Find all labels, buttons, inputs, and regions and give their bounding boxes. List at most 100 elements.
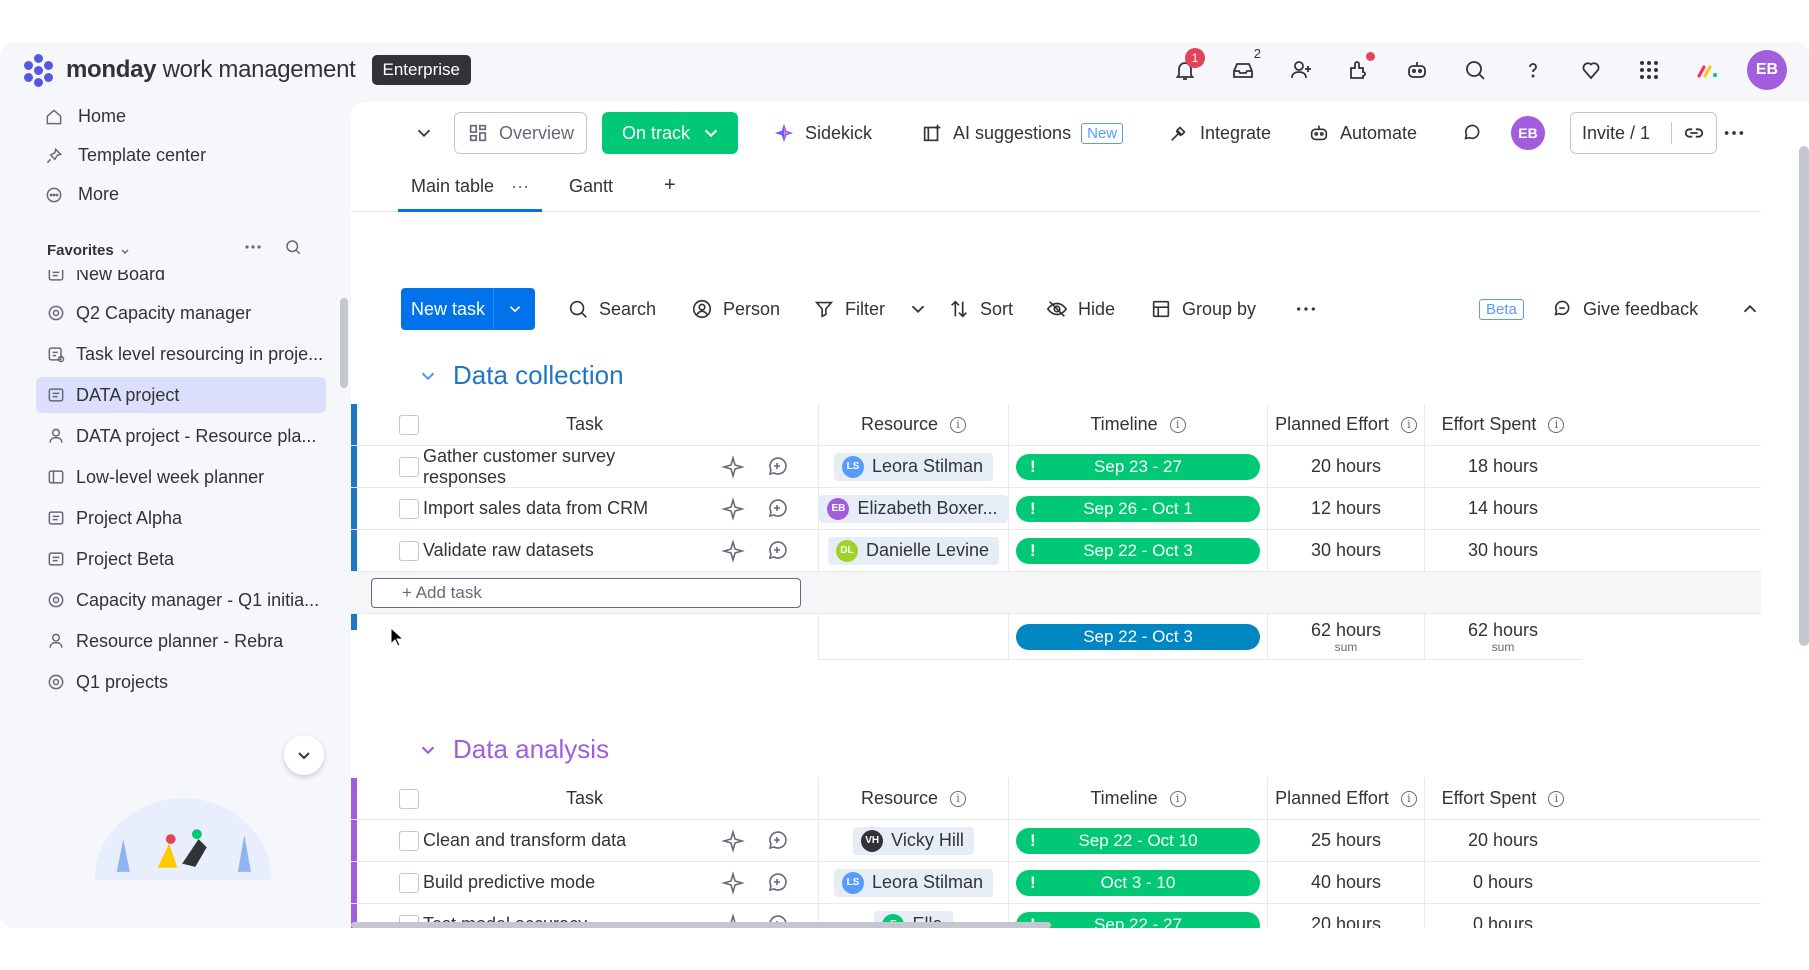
info-icon[interactable]: i xyxy=(1400,790,1417,807)
effort-spent-cell[interactable]: 14 hours xyxy=(1424,488,1581,529)
ai-suggestions-button[interactable]: AI suggestions New xyxy=(921,112,1124,154)
robot-icon[interactable] xyxy=(1399,52,1435,88)
new-task-button[interactable]: New task xyxy=(401,288,535,330)
search-icon[interactable] xyxy=(1457,52,1493,88)
planned-effort-cell[interactable]: 25 hours xyxy=(1267,820,1424,861)
group-by-button[interactable]: Group by xyxy=(1150,288,1256,330)
vertical-scrollbar[interactable] xyxy=(1799,146,1809,646)
ai-sparkle-icon[interactable] xyxy=(721,496,745,521)
table-row[interactable]: Gather customer survey responses LS Leora… xyxy=(351,446,1761,488)
automate-button[interactable]: Automate xyxy=(1308,112,1417,154)
info-icon[interactable]: i xyxy=(1548,790,1565,807)
favorite-item-active[interactable]: DATA project xyxy=(36,377,326,413)
add-update-icon[interactable] xyxy=(765,497,789,521)
help-icon[interactable] xyxy=(1515,52,1551,88)
add-view-button[interactable]: + xyxy=(664,174,676,197)
task-name[interactable]: Gather customer survey responses xyxy=(351,446,696,487)
timeline-cell[interactable]: ! Oct 3 - 10 xyxy=(1008,862,1267,903)
info-icon[interactable]: i xyxy=(1169,416,1186,433)
filter-button[interactable]: Filter xyxy=(813,288,929,330)
group-title-data-collection[interactable]: Data collection xyxy=(417,360,624,391)
column-header-resource[interactable]: Resource i xyxy=(818,778,1008,819)
planned-effort-cell[interactable]: 20 hours xyxy=(1267,904,1424,928)
add-update-icon[interactable] xyxy=(765,455,789,479)
favorite-item[interactable]: Project Beta xyxy=(36,541,326,577)
horizontal-scrollbar[interactable] xyxy=(351,922,1051,928)
effort-spent-cell[interactable]: 0 hours xyxy=(1424,862,1581,903)
favorite-item[interactable]: DATA project - Resource pla... xyxy=(36,418,326,454)
collapse-header-icon[interactable] xyxy=(1739,288,1761,330)
timeline-cell[interactable]: ! Sep 23 - 27 xyxy=(1008,446,1267,487)
search-button[interactable]: Search xyxy=(567,288,656,330)
column-header-task[interactable]: Task xyxy=(351,404,818,445)
bell-icon[interactable]: 1 xyxy=(1167,48,1205,88)
search-icon[interactable] xyxy=(284,238,302,256)
inbox-icon[interactable]: 2 xyxy=(1225,46,1261,88)
info-icon[interactable]: i xyxy=(950,790,967,807)
ai-sparkle-icon[interactable] xyxy=(721,828,745,853)
info-icon[interactable]: i xyxy=(1169,790,1186,807)
favorite-item[interactable]: Q1 projects xyxy=(36,664,326,700)
planned-effort-cell[interactable]: 20 hours xyxy=(1267,446,1424,487)
new-task-dropdown[interactable] xyxy=(493,288,535,330)
add-update-icon[interactable] xyxy=(765,829,789,853)
favorite-item[interactable]: Q2 Capacity manager xyxy=(36,295,326,331)
invite-member-icon[interactable] xyxy=(1283,52,1319,88)
planned-effort-cell[interactable]: 30 hours xyxy=(1267,530,1424,571)
resource-cell[interactable]: VH Vicky Hill xyxy=(818,820,1008,861)
integrate-button[interactable]: Integrate xyxy=(1168,112,1271,154)
info-icon[interactable]: i xyxy=(1548,416,1565,433)
column-header-timeline[interactable]: Timeline i xyxy=(1008,778,1267,819)
status-dropdown[interactable]: On track xyxy=(602,112,739,154)
favorite-item[interactable]: New Board xyxy=(36,270,326,292)
task-name[interactable]: Validate raw datasets xyxy=(351,530,696,571)
grid-icon[interactable] xyxy=(1631,52,1667,88)
sidekick-button[interactable]: Sidekick xyxy=(773,112,872,154)
table-row[interactable]: Clean and transform data VH Vicky Hill ! S… xyxy=(351,820,1761,862)
table-row[interactable]: Build predictive mode LS Leora Stilman ! O… xyxy=(351,862,1761,904)
column-header-task[interactable]: Task xyxy=(351,778,818,819)
invite-button[interactable]: Invite / 1 xyxy=(1570,112,1718,154)
column-header-resource[interactable]: Resource i xyxy=(818,404,1008,445)
table-row[interactable]: Import sales data from CRM EB Elizabeth B… xyxy=(351,488,1761,530)
toolbar-more-icon[interactable] xyxy=(1295,288,1317,330)
favorite-item[interactable]: Project Alpha xyxy=(36,500,326,536)
favorites-header[interactable]: Favorites xyxy=(47,242,130,259)
monday-products-icon[interactable] xyxy=(1689,52,1725,88)
board-collapse-chevron[interactable] xyxy=(413,112,435,154)
resource-cell[interactable]: LS Leora Stilman xyxy=(818,862,1008,903)
tab-main-table[interactable]: Main table ··· xyxy=(411,176,529,197)
column-header-planned-effort[interactable]: Planned Effort i xyxy=(1267,778,1424,819)
user-avatar[interactable]: EB xyxy=(1747,50,1787,90)
effort-spent-cell[interactable]: 20 hours xyxy=(1424,820,1581,861)
favorite-item[interactable]: Low-level week planner xyxy=(36,459,326,495)
more-options-icon[interactable] xyxy=(1723,112,1745,154)
info-icon[interactable]: i xyxy=(950,416,967,433)
task-name[interactable]: Import sales data from CRM xyxy=(351,488,696,529)
info-icon[interactable]: i xyxy=(1400,416,1417,433)
sidebar-collapse-button[interactable] xyxy=(284,735,324,775)
logo[interactable]: monday work management Enterprise xyxy=(20,52,471,88)
hide-button[interactable]: Hide xyxy=(1046,288,1115,330)
add-update-icon[interactable] xyxy=(765,539,789,563)
task-name[interactable]: Clean and transform data xyxy=(351,820,696,861)
link-icon[interactable] xyxy=(1671,122,1716,144)
favorite-item[interactable]: Task level resourcing in proje... xyxy=(36,336,326,372)
effort-spent-cell[interactable]: 0 hours xyxy=(1424,904,1581,928)
timeline-cell[interactable]: ! Sep 22 - Oct 3 xyxy=(1008,530,1267,571)
task-name[interactable]: Build predictive mode xyxy=(351,862,696,903)
person-filter-button[interactable]: Person xyxy=(691,288,780,330)
tab-more-icon[interactable]: ··· xyxy=(511,176,529,196)
favorite-item[interactable]: Capacity manager - Q1 initia... xyxy=(36,582,326,618)
sidebar-scrollbar[interactable] xyxy=(340,298,348,388)
give-feedback-button[interactable]: Give feedback xyxy=(1551,288,1698,330)
effort-spent-cell[interactable]: 18 hours xyxy=(1424,446,1581,487)
planned-effort-cell[interactable]: 12 hours xyxy=(1267,488,1424,529)
board-owner-avatar[interactable]: EB xyxy=(1511,112,1545,154)
resource-cell[interactable]: DL Danielle Levine xyxy=(818,530,1008,571)
apps-icon[interactable] xyxy=(1341,52,1377,88)
more-dots-icon[interactable] xyxy=(244,238,262,256)
timeline-cell[interactable]: ! Sep 22 - Oct 10 xyxy=(1008,820,1267,861)
column-header-effort-spent[interactable]: Effort Spent i xyxy=(1424,778,1581,819)
table-row[interactable]: Validate raw datasets DL Danielle Levine … xyxy=(351,530,1761,572)
